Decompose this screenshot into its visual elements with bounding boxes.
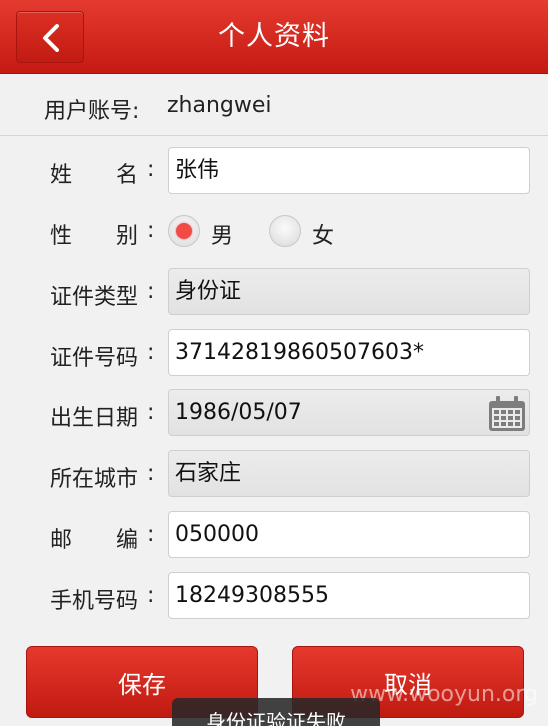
id-type-select[interactable]: 身份证 xyxy=(168,268,530,315)
id-type-colon: : xyxy=(147,279,155,304)
calendar-icon[interactable] xyxy=(487,395,527,433)
account-row: 用户账号: zhangwei xyxy=(0,74,548,136)
gender-colon: : xyxy=(147,218,155,243)
phone-field[interactable]: 18249308555 xyxy=(168,572,530,619)
postcode-colon: : xyxy=(147,522,155,547)
name-label: 姓 名 xyxy=(50,163,139,188)
gender-male-label[interactable]: 男 xyxy=(211,218,233,250)
city-label: 所在城市 xyxy=(50,467,139,492)
gender-male-radio[interactable] xyxy=(168,215,200,247)
id-type-label: 证件类型 xyxy=(50,285,139,310)
name-colon: : xyxy=(147,157,155,182)
back-button[interactable] xyxy=(16,11,84,63)
phone-label: 手机号码 xyxy=(50,589,139,614)
birth-date-value: 1986/05/07 xyxy=(175,400,302,425)
account-value: zhangwei xyxy=(167,93,272,118)
gender-female-radio[interactable] xyxy=(269,215,301,247)
account-label: 用户账号: xyxy=(44,99,140,124)
name-field[interactable]: 张伟 xyxy=(168,147,530,194)
city-select[interactable]: 石家庄 xyxy=(168,450,530,497)
toast-message: 身份证验证失败 xyxy=(172,698,380,726)
postcode-label: 邮 编 xyxy=(50,528,139,553)
radio-selected-dot xyxy=(176,223,192,239)
birth-date-colon: : xyxy=(147,400,155,425)
id-number-colon: : xyxy=(147,340,155,365)
id-number-label: 证件号码 xyxy=(50,346,139,371)
postcode-field[interactable]: 050000 xyxy=(168,511,530,558)
gender-label: 性 别 xyxy=(50,224,139,249)
phone-colon: : xyxy=(147,583,155,608)
city-colon: : xyxy=(147,461,155,486)
birth-date-field[interactable]: 1986/05/07 xyxy=(168,389,530,436)
id-number-field[interactable]: 37142819860507603* xyxy=(168,329,530,376)
birth-date-label: 出生日期 xyxy=(50,406,139,431)
chevron-left-icon xyxy=(43,24,59,52)
gender-female-label[interactable]: 女 xyxy=(312,218,334,250)
top-bar: 个人资料 xyxy=(0,0,548,74)
